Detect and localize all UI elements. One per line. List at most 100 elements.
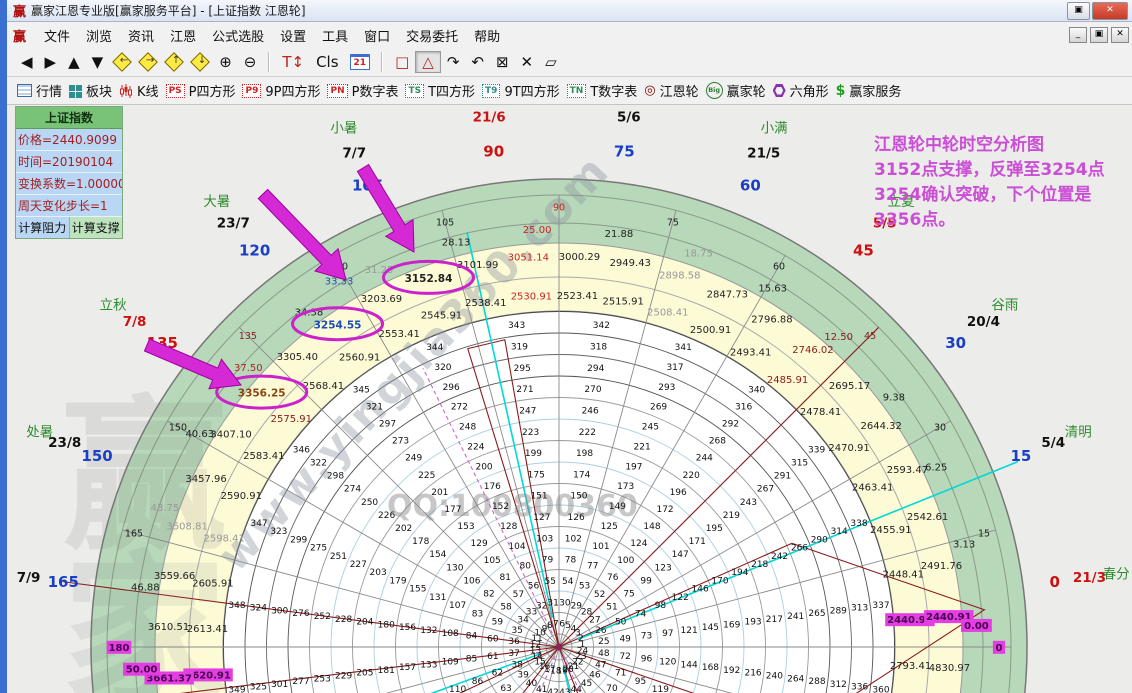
svg-text:4830.97: 4830.97: [929, 663, 970, 674]
tool-p-table[interactable]: PNP数字表: [327, 81, 398, 100]
tool-sectors[interactable]: 板块: [69, 81, 112, 100]
svg-text:2898.58: 2898.58: [659, 271, 700, 282]
rotate-ccw-icon[interactable]: ↶: [465, 52, 490, 72]
mdi-restore-button[interactable]: ▣: [1090, 27, 1108, 43]
svg-text:119: 119: [652, 685, 669, 693]
winner-service-label: 赢家服务: [849, 81, 901, 100]
menu-交易委托[interactable]: 交易委托: [398, 27, 466, 48]
svg-text:21/3: 21/3: [1073, 570, 1106, 586]
winner-wheel-icon: Big: [706, 82, 723, 99]
svg-text:2545.91: 2545.91: [421, 311, 462, 322]
svg-text:243: 243: [740, 498, 757, 508]
calendar-icon[interactable]: 21: [350, 54, 371, 70]
tool-hexagon[interactable]: 六角形: [773, 81, 829, 100]
app-logo-icon: 赢: [13, 26, 26, 45]
menu-资讯[interactable]: 资讯: [120, 27, 162, 48]
svg-text:3101.99: 3101.99: [457, 260, 498, 271]
svg-text:149: 149: [609, 502, 626, 512]
svg-text:341: 341: [675, 343, 692, 353]
menu-江恩[interactable]: 江恩: [162, 27, 204, 48]
svg-text:78: 78: [565, 556, 577, 566]
svg-text:21/6: 21/6: [473, 109, 506, 125]
svg-text:222: 222: [579, 428, 596, 438]
triangle-tool-icon[interactable]: △: [415, 51, 441, 73]
gann-wheel-label: 江恩轮: [660, 81, 699, 100]
svg-text:处暑: 处暑: [26, 425, 53, 441]
svg-text:82: 82: [483, 589, 494, 599]
menu-窗口[interactable]: 窗口: [356, 27, 398, 48]
calc-support-button[interactable]: 计算支撑: [70, 217, 123, 238]
diamond-down-icon[interactable]: ↓: [190, 52, 210, 72]
tool-kline[interactable]: K线: [119, 81, 159, 100]
mdi-minimize-button[interactable]: _: [1069, 27, 1087, 43]
coefficient-row: 变换系数=1.00000: [16, 173, 122, 195]
svg-text:131: 131: [429, 593, 446, 603]
perspective-icon[interactable]: ▱: [539, 52, 563, 72]
zoom-in-icon[interactable]: ⊕: [213, 52, 238, 72]
svg-text:6: 6: [559, 620, 565, 630]
tool-9p-square[interactable]: P99P四方形: [242, 81, 320, 100]
svg-text:95: 95: [635, 677, 646, 687]
svg-text:50.00: 50.00: [126, 665, 158, 676]
hexagon-icon: [773, 84, 786, 97]
svg-text:156: 156: [399, 623, 416, 633]
menu-文件[interactable]: 文件: [36, 27, 78, 48]
svg-text:248: 248: [459, 423, 476, 433]
svg-text:63: 63: [500, 684, 511, 693]
diamond-up-icon[interactable]: ↑: [164, 52, 184, 72]
diamond-left-icon[interactable]: ←: [112, 52, 132, 72]
svg-text:343: 343: [508, 321, 525, 331]
close-button[interactable]: ✕: [1092, 2, 1128, 20]
svg-text:348: 348: [228, 601, 245, 611]
nav-right-icon[interactable]: ▶: [39, 52, 63, 72]
svg-text:123: 123: [655, 563, 672, 573]
tool-quotes[interactable]: 行情: [17, 81, 62, 100]
diamond-right-icon[interactable]: →: [138, 52, 158, 72]
svg-text:340: 340: [748, 386, 765, 396]
svg-text:4: 4: [571, 624, 577, 634]
svg-text:172: 172: [656, 505, 673, 515]
menu-公式选股[interactable]: 公式选股: [204, 27, 272, 48]
menu-bar: 赢 文件浏览资讯江恩公式选股设置工具窗口交易委托帮助 _ ▣ ✕: [7, 22, 1132, 49]
svg-text:120: 120: [239, 242, 270, 260]
svg-text:12.50: 12.50: [824, 332, 853, 343]
time-row: 时间=20190104: [16, 151, 122, 173]
svg-text:谷雨: 谷雨: [991, 298, 1018, 314]
restore-button[interactable]: ▣: [1067, 2, 1090, 20]
svg-text:100: 100: [617, 556, 634, 566]
analysis-annotation: 江恩轮中轮时空分析图 3152点支撑，反弹至3254点 3254确认突破，下个位…: [874, 133, 1130, 233]
cls-button[interactable]: Cls: [310, 52, 344, 72]
svg-text:265: 265: [808, 609, 825, 619]
zoom-out-icon[interactable]: ⊖: [238, 52, 263, 72]
nav-down-icon[interactable]: ▼: [86, 52, 110, 72]
tool-t-table[interactable]: TNT数字表: [567, 81, 638, 100]
menu-设置[interactable]: 设置: [272, 27, 314, 48]
mdi-close-button[interactable]: ✕: [1111, 27, 1129, 43]
tool-winner-wheel[interactable]: Big赢家轮: [706, 81, 766, 100]
tool-p-square[interactable]: PSP四方形: [166, 81, 236, 100]
svg-text:50: 50: [615, 618, 627, 628]
tool-t-square[interactable]: TST四方形: [405, 81, 475, 100]
menu-工具[interactable]: 工具: [314, 27, 356, 48]
rotate-cw-icon[interactable]: ↷: [441, 52, 466, 72]
gann-toolbar: 行情板块 K线 PSP四方形 P99P四方形 PNP数字表 TST四方形 T99T四方形 TN…: [7, 77, 1132, 105]
tool-winner-service[interactable]: $赢家服务: [836, 81, 902, 100]
menu-浏览[interactable]: 浏览: [78, 27, 120, 48]
square-tool-icon[interactable]: □: [389, 52, 415, 72]
title-bar[interactable]: 赢 赢家江恩专业版[赢家服务平台] - [上证指数 江恩轮] ▣ ✕: [7, 0, 1132, 22]
box-x-icon[interactable]: ⊠: [490, 52, 515, 72]
tool-9t-square[interactable]: T99T四方形: [482, 81, 560, 100]
main-toolbar: ◀▶▲▼← → ↑ ↓⊕⊖ T↕Cls 21 □△↷↶⊠✕▱: [7, 48, 1132, 77]
converge-icon[interactable]: ✕: [515, 52, 540, 72]
svg-text:178: 178: [412, 537, 429, 547]
tool-gann-wheel[interactable]: ◎江恩轮: [644, 81, 698, 100]
svg-text:小满: 小满: [761, 121, 788, 137]
svg-text:51: 51: [606, 603, 617, 613]
nav-up-icon[interactable]: ▲: [62, 52, 86, 72]
menu-帮助[interactable]: 帮助: [466, 27, 508, 48]
svg-text:316: 316: [735, 403, 752, 413]
calc-resistance-button[interactable]: 计算阻力: [16, 217, 70, 238]
svg-text:34: 34: [517, 616, 529, 626]
nav-left-icon[interactable]: ◀: [15, 52, 39, 72]
time-axis-icon[interactable]: T↕: [276, 52, 310, 72]
